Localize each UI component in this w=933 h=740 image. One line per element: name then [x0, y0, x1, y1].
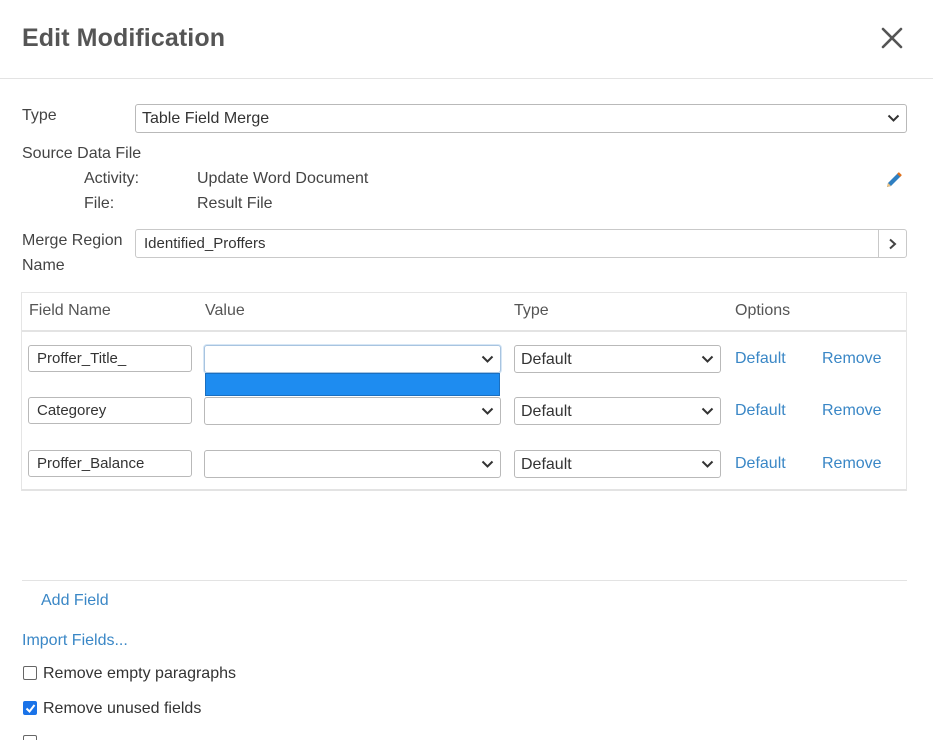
merge-region-label-line2: Name — [22, 257, 65, 274]
file-value: Result File — [197, 195, 273, 212]
chevron-down-icon — [481, 460, 494, 468]
pencil-icon — [887, 172, 902, 187]
import-fields-link[interactable]: Import Fields... — [22, 632, 128, 650]
merge-region-browse-button[interactable] — [878, 230, 906, 257]
edit-source-button[interactable] — [883, 169, 905, 191]
remove-empty-paragraphs-label: Remove empty paragraphs — [43, 665, 236, 682]
chevron-right-icon — [889, 238, 897, 249]
remove-link[interactable]: Remove — [822, 455, 882, 473]
dialog-header: Edit Modification — [0, 0, 933, 79]
type-select[interactable]: Default — [514, 450, 721, 478]
type-select-value: Default — [521, 456, 572, 473]
default-link[interactable]: Default — [735, 350, 786, 368]
dialog-title: Edit Modification — [22, 24, 226, 52]
merge-region-label-line1: Merge Region — [22, 232, 123, 249]
type-select[interactable]: Default — [514, 397, 721, 425]
type-select[interactable]: Default — [514, 345, 721, 373]
close-button[interactable] — [878, 24, 906, 52]
activity-label: Activity: — [84, 170, 140, 187]
remove-link[interactable]: Remove — [822, 350, 882, 368]
type-select[interactable]: Table Field Merge — [135, 104, 907, 133]
chevron-down-icon — [481, 407, 494, 415]
value-dropdown-option-highlighted[interactable] — [205, 373, 500, 396]
source-data-file-label: Source Data File — [22, 145, 142, 162]
remove-link[interactable]: Remove — [822, 402, 882, 420]
header-field-name: Field Name — [29, 302, 111, 319]
remove-unused-fields-checkbox[interactable] — [23, 701, 37, 715]
header-options: Options — [735, 302, 791, 319]
edit-modification-dialog: Edit Modification Type Table Field Merge… — [0, 0, 933, 740]
checkmark-icon — [25, 704, 36, 714]
table-header: Field Name Value Type Options — [22, 293, 906, 332]
divider — [22, 580, 907, 581]
header-type: Type — [514, 302, 549, 319]
remove-unused-fields-label: Remove unused fields — [43, 700, 202, 717]
chevron-down-icon — [481, 355, 494, 363]
value-select[interactable] — [204, 397, 501, 425]
type-select-value: Default — [521, 403, 572, 420]
chevron-down-icon — [701, 355, 714, 363]
additional-option-checkbox[interactable] — [23, 735, 37, 740]
chevron-down-icon — [701, 460, 714, 468]
close-icon — [881, 27, 903, 49]
field-name-input[interactable]: Proffer_Title_ — [28, 345, 192, 372]
default-link[interactable]: Default — [735, 455, 786, 473]
chevron-down-icon — [701, 407, 714, 415]
chevron-down-icon — [887, 114, 900, 122]
header-value: Value — [205, 302, 245, 319]
type-label: Type — [22, 107, 57, 124]
remove-empty-paragraphs-checkbox[interactable] — [23, 666, 37, 680]
file-label: File: — [84, 195, 115, 212]
type-select-value: Default — [521, 351, 572, 368]
type-select-value: Table Field Merge — [142, 110, 270, 127]
field-name-input[interactable]: Proffer_Balance — [28, 450, 192, 477]
add-field-link[interactable]: Add Field — [41, 592, 109, 610]
field-name-input[interactable]: Categorey — [28, 397, 192, 424]
merge-region-value: Identified_Proffers — [144, 235, 266, 252]
value-select[interactable] — [204, 450, 501, 478]
default-link[interactable]: Default — [735, 402, 786, 420]
merge-region-field[interactable]: Identified_Proffers — [135, 229, 907, 258]
value-select[interactable] — [204, 345, 501, 373]
activity-value: Update Word Document — [197, 170, 369, 187]
